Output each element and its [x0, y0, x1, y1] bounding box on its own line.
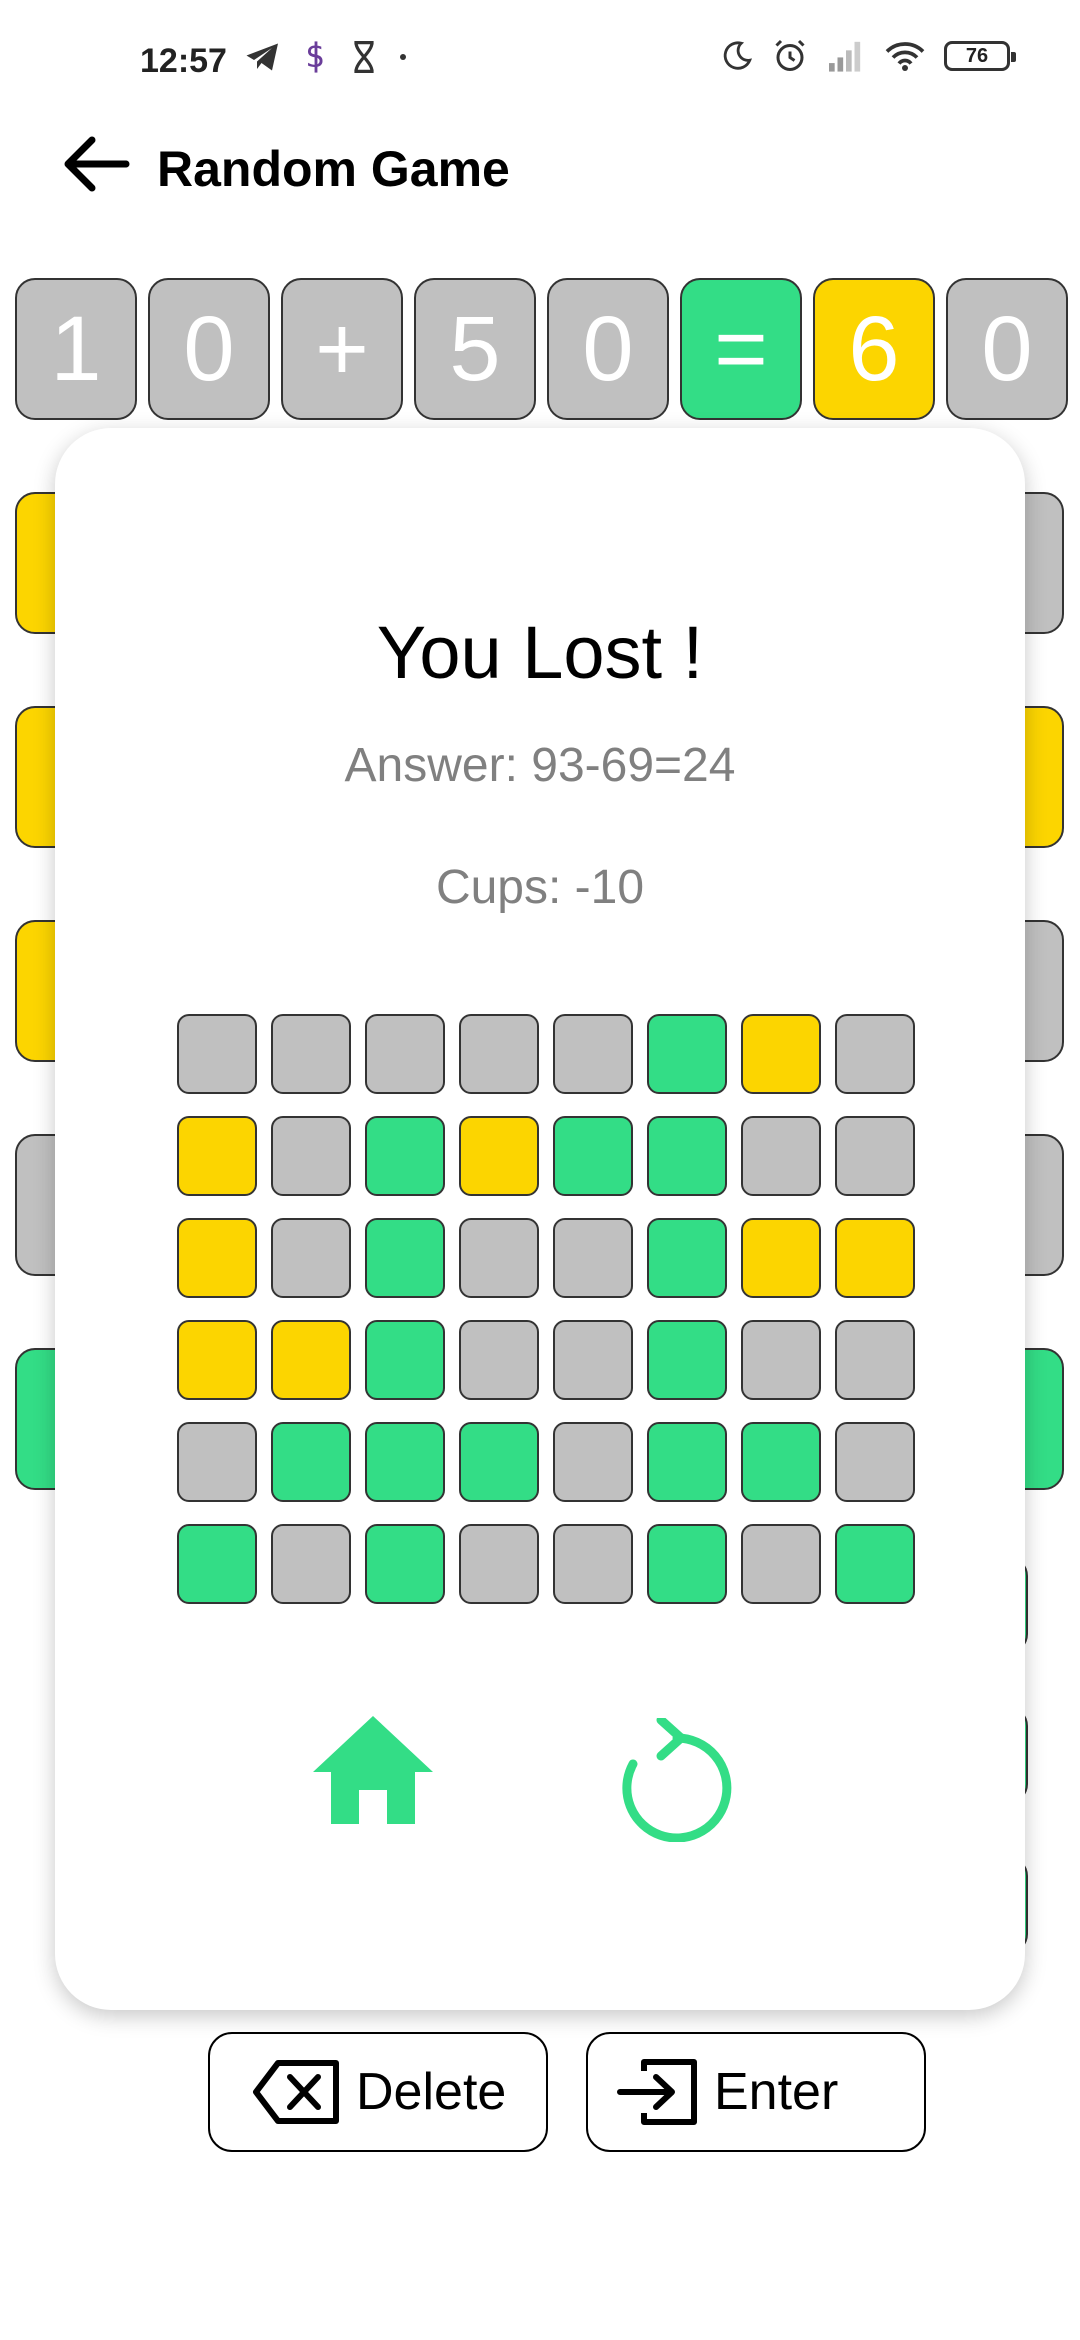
result-cell — [553, 1422, 633, 1502]
result-cell — [553, 1218, 633, 1298]
board-tile: 5 — [414, 278, 536, 420]
result-cell — [459, 1320, 539, 1400]
result-cell — [741, 1218, 821, 1298]
result-cell — [177, 1422, 257, 1502]
result-cell — [741, 1524, 821, 1604]
result-cell — [459, 1524, 539, 1604]
battery-indicator: 76 — [944, 41, 1016, 71]
board-tile: 1 — [15, 278, 137, 420]
result-cell — [365, 1422, 445, 1502]
board-tile: 0 — [148, 278, 270, 420]
back-button[interactable] — [60, 134, 132, 194]
home-icon — [313, 1716, 433, 1824]
s-app-icon: S — [306, 41, 324, 74]
result-cell — [459, 1218, 539, 1298]
result-cell — [835, 1422, 915, 1502]
delete-button[interactable]: Delete — [208, 2032, 548, 2152]
enter-button[interactable]: Enter — [586, 2032, 926, 2152]
telegram-icon — [246, 43, 278, 71]
result-cell — [835, 1014, 915, 1094]
enter-icon — [617, 2059, 697, 2125]
refresh-icon — [622, 1718, 732, 1842]
status-bar: 12:57 S 76 — [0, 0, 1080, 120]
page-title: Random Game — [157, 141, 510, 197]
result-cell — [271, 1014, 351, 1094]
result-cell — [177, 1014, 257, 1094]
result-cell — [365, 1524, 445, 1604]
result-cell — [459, 1014, 539, 1094]
delete-label: Delete — [356, 2063, 507, 2121]
board-tile: = — [680, 278, 802, 420]
home-button[interactable] — [311, 1714, 435, 1826]
result-cell — [647, 1320, 727, 1400]
result-cell — [835, 1218, 915, 1298]
result-cell — [365, 1014, 445, 1094]
backspace-icon — [253, 2060, 339, 2124]
result-cell — [553, 1320, 633, 1400]
board-tile: 0 — [946, 278, 1068, 420]
result-cell — [835, 1320, 915, 1400]
result-cell — [835, 1116, 915, 1196]
wifi-icon — [885, 42, 925, 71]
result-cell — [271, 1218, 351, 1298]
result-cell — [271, 1116, 351, 1196]
result-title: You Lost ! — [376, 611, 704, 694]
result-cell — [365, 1116, 445, 1196]
board-tile: 0 — [547, 278, 669, 420]
result-cell — [741, 1116, 821, 1196]
result-cell — [459, 1422, 539, 1502]
result-cell — [271, 1422, 351, 1502]
result-cell — [271, 1320, 351, 1400]
result-cell — [647, 1218, 727, 1298]
result-cell — [271, 1524, 351, 1604]
result-cell — [647, 1422, 727, 1502]
result-cell — [365, 1320, 445, 1400]
result-cell — [741, 1320, 821, 1400]
board-tile: 6 — [813, 278, 935, 420]
enter-label: Enter — [714, 2063, 839, 2121]
app-header: Random Game — [0, 120, 1080, 220]
result-cell — [177, 1116, 257, 1196]
result-cell — [741, 1014, 821, 1094]
restart-button[interactable] — [615, 1718, 739, 1842]
result-cell — [177, 1320, 257, 1400]
result-cell — [647, 1014, 727, 1094]
result-cell — [647, 1116, 727, 1196]
result-cell — [647, 1524, 727, 1604]
result-cell — [177, 1524, 257, 1604]
dot-icon — [400, 54, 406, 60]
signal-icon — [829, 41, 861, 72]
result-cell — [177, 1218, 257, 1298]
moon-icon — [723, 41, 753, 70]
answer-text: Answer: 93-69=24 — [344, 739, 736, 792]
result-cell — [553, 1014, 633, 1094]
result-cell — [741, 1422, 821, 1502]
game-over-dialog: You Lost ! Answer: 93-69=24 Cups: -10 — [55, 428, 1025, 2010]
status-time: 12:57 — [140, 42, 227, 80]
alarm-icon — [775, 39, 805, 71]
cups-text: Cups: -10 — [435, 861, 645, 914]
result-cell — [553, 1524, 633, 1604]
result-cell — [553, 1116, 633, 1196]
result-cell — [459, 1116, 539, 1196]
arrow-left-icon — [64, 136, 130, 192]
board-tile: + — [281, 278, 403, 420]
hourglass-icon — [354, 41, 374, 73]
result-cell — [365, 1218, 445, 1298]
result-cell — [835, 1524, 915, 1604]
